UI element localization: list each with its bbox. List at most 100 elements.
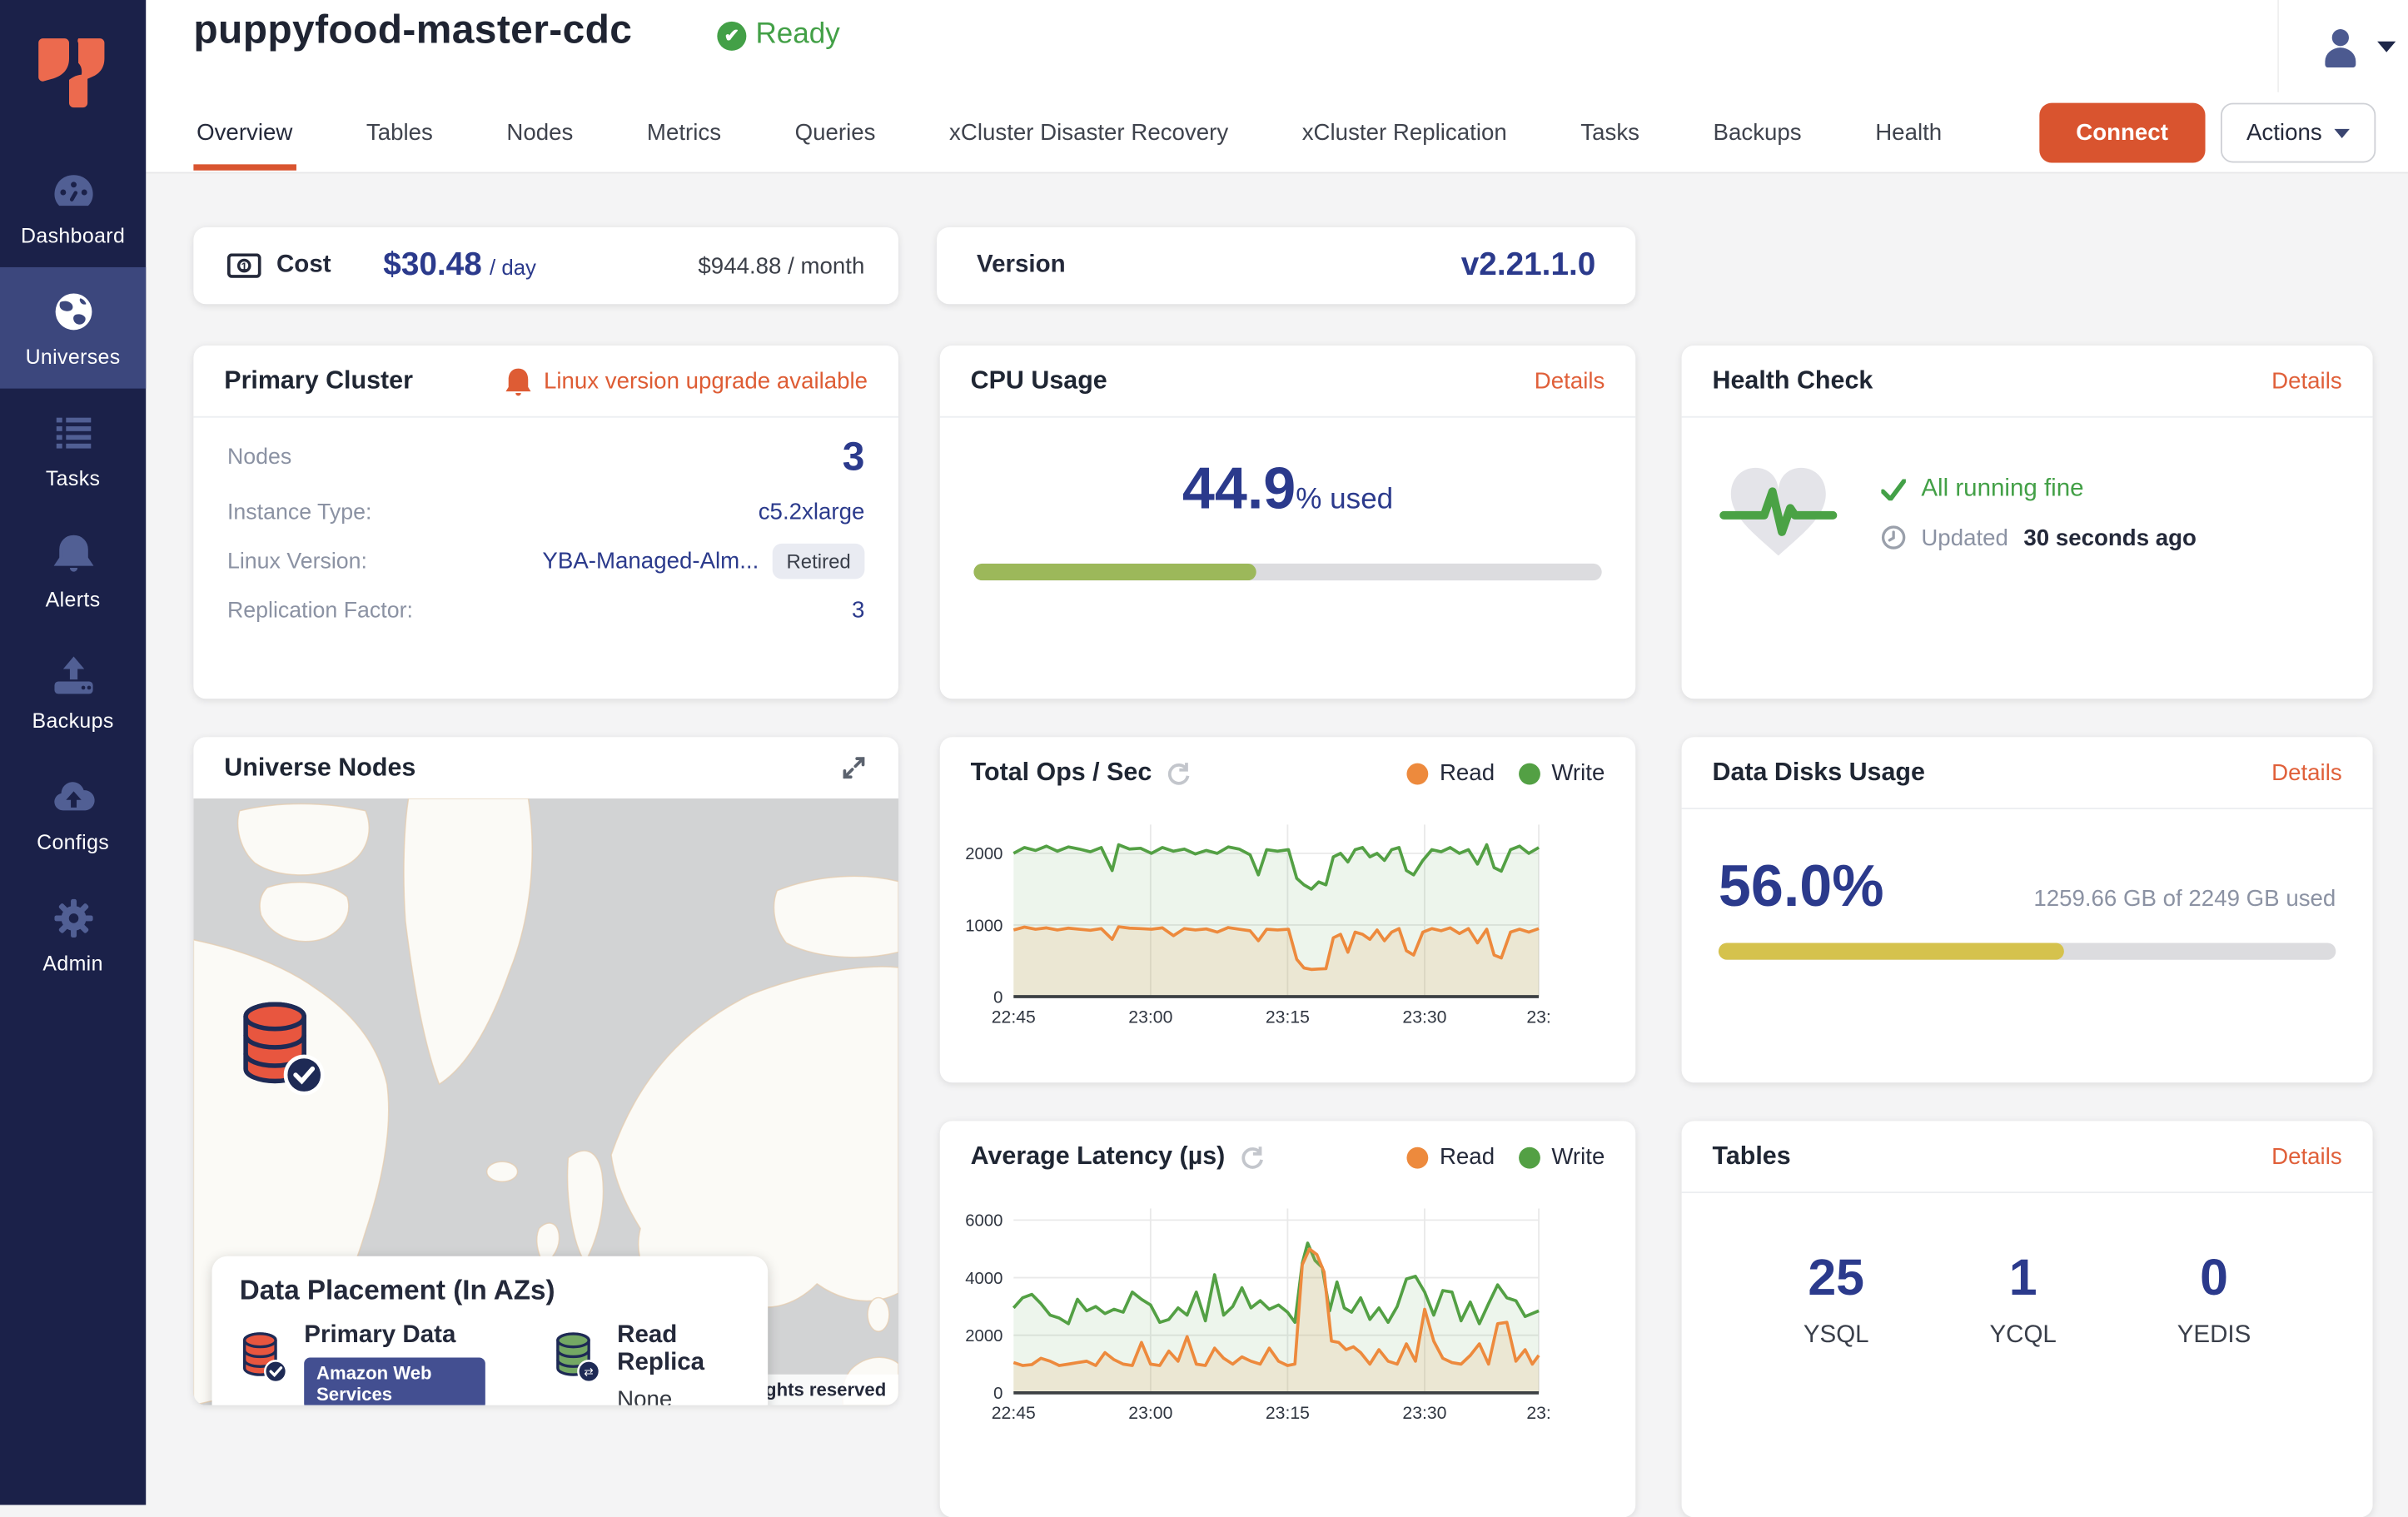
read-replica-label: Read Replica <box>617 1322 740 1377</box>
primary-cluster-body: Nodes 3 Instance Type: c5.2xlarge Linux … <box>193 418 898 624</box>
cost-day-suffix: / day <box>490 255 536 280</box>
refresh-icon <box>1166 760 1192 786</box>
cluster-row-instance-type: Instance Type: c5.2xlarge <box>227 499 864 525</box>
tab-health[interactable]: Health <box>1873 95 1945 170</box>
cost-card: 1 Cost $30.48/ day $944.88 / month <box>193 227 898 304</box>
sidebar-item-alerts[interactable]: Alerts <box>0 510 146 631</box>
instance-type-value: c5.2xlarge <box>759 499 865 525</box>
primary-data-label: Primary Data <box>304 1322 485 1350</box>
svg-text:22:45: 22:45 <box>992 1404 1036 1423</box>
version-card: Version v2.21.1.0 <box>937 227 1635 304</box>
health-check-body: All running fine Updated 30 seconds ago <box>1682 418 2373 565</box>
world-map[interactable]: Data Placement (In AZs) <box>193 798 898 1405</box>
money-bill-icon: 1 <box>227 253 261 278</box>
tab-xcluster-disaster-recovery[interactable]: xCluster Disaster Recovery <box>946 95 1231 170</box>
cpu-usage-header: CPU Usage Details <box>940 346 1636 418</box>
table-count-ycql: 1 YCQL <box>1989 1248 2056 1350</box>
svg-text:23:00: 23:00 <box>1128 1007 1172 1027</box>
yugabyte-logo-icon <box>37 34 108 111</box>
health-updated: Updated 30 seconds ago <box>1881 525 2197 550</box>
status-label: Ready <box>755 18 839 52</box>
globe-icon <box>50 289 96 335</box>
status-badge: ✔ Ready <box>717 18 839 52</box>
expand-icon <box>840 754 868 782</box>
sidebar-item-dashboard[interactable]: Dashboard <box>0 146 146 267</box>
data-disks-header: Data Disks Usage Details <box>1682 737 2373 809</box>
check-circle-icon: ✔ <box>717 21 746 50</box>
tab-queries[interactable]: Queries <box>792 95 878 170</box>
cpu-details-link[interactable]: Details <box>1535 368 1605 394</box>
cluster-row-linux-version: Linux Version: YBA-Managed-Alm... Retire… <box>227 544 864 579</box>
universe-nodes-card: Universe Nodes <box>193 737 898 1405</box>
retired-badge: Retired <box>773 544 865 579</box>
chart-legend: Read Write <box>1407 1144 1605 1170</box>
sidebar-item-configs[interactable]: Configs <box>0 753 146 874</box>
refresh-icon <box>1239 1144 1265 1170</box>
refresh-button[interactable] <box>1239 1144 1265 1170</box>
refresh-button[interactable] <box>1166 760 1192 786</box>
table-count-ysql: 25 YSQL <box>1804 1248 1869 1350</box>
legend-item-read: Read <box>1407 1144 1495 1170</box>
legend-item-read: Read <box>1407 760 1495 786</box>
sidebar-item-tasks[interactable]: Tasks <box>0 389 146 510</box>
header: puppyfood-master-cdc ✔ Ready Overview Ta… <box>146 0 2408 173</box>
tab-nodes[interactable]: Nodes <box>504 95 576 170</box>
expand-map-button[interactable] <box>840 754 868 782</box>
chevron-down-icon <box>2377 41 2396 52</box>
sidebar-item-label: Universes <box>26 346 121 369</box>
actions-button[interactable]: Actions <box>2221 103 2376 163</box>
tab-metrics[interactable]: Metrics <box>644 95 724 170</box>
tab-backups[interactable]: Backups <box>1710 95 1805 170</box>
nodes-count: 3 <box>843 433 865 480</box>
disks-details-link[interactable]: Details <box>2271 759 2342 785</box>
bell-icon <box>50 531 96 577</box>
tab-bar: Overview Tables Nodes Metrics Queries xC… <box>146 92 2408 174</box>
cpu-usage-value: 44.9% used <box>973 458 1601 524</box>
svg-text:23:: 23: <box>1526 1404 1550 1423</box>
linux-upgrade-alert[interactable]: Linux version upgrade available <box>505 366 868 395</box>
header-buttons: Connect Actions <box>2039 103 2408 163</box>
app-viewport: Dashboard Universes Tasks <box>0 0 2408 1505</box>
universe-nodes-header: Universe Nodes <box>193 737 898 798</box>
primary-cluster-card: Primary Cluster Linux version upgrade av… <box>193 346 898 699</box>
user-menu[interactable] <box>2277 0 2396 92</box>
cpu-usage-body: 44.9% used <box>940 418 1636 581</box>
total-ops-title: Total Ops / Sec <box>971 758 1152 788</box>
tab-xcluster-replication[interactable]: xCluster Replication <box>1299 95 1510 170</box>
connect-button[interactable]: Connect <box>2039 103 2205 163</box>
cost-per-month: $944.88 / month <box>698 252 864 278</box>
yugabyte-logo[interactable] <box>0 0 146 146</box>
svg-text:⇄: ⇄ <box>584 1365 594 1378</box>
svg-text:1: 1 <box>241 261 247 273</box>
sidebar: Dashboard Universes Tasks <box>0 0 146 1505</box>
tables-details-link[interactable]: Details <box>2271 1143 2342 1169</box>
tab-overview[interactable]: Overview <box>193 95 296 170</box>
backup-upload-icon <box>50 653 96 699</box>
gear-icon <box>50 895 96 941</box>
health-details-link[interactable]: Details <box>2271 368 2342 394</box>
sidebar-item-admin[interactable]: Admin <box>0 873 146 995</box>
tab-tables[interactable]: Tables <box>363 95 435 170</box>
sidebar-item-label: Admin <box>42 952 102 976</box>
gauge-icon <box>50 167 96 213</box>
svg-text:0: 0 <box>993 1385 1003 1403</box>
actions-label: Actions <box>2246 120 2322 146</box>
title-row: puppyfood-master-cdc ✔ Ready <box>146 0 2408 92</box>
svg-text:2000: 2000 <box>965 845 1003 863</box>
sidebar-item-label: Dashboard <box>21 224 125 247</box>
data-placement-panel: Data Placement (In AZs) <box>212 1256 769 1405</box>
tables-card: Tables Details 25 YSQL 1 YCQL 0 YEDIS <box>1682 1121 2373 1517</box>
cost-per-day: $30.48/ day <box>383 247 536 284</box>
svg-text:23:30: 23:30 <box>1402 1007 1446 1027</box>
primary-cluster-title: Primary Cluster <box>224 366 413 395</box>
svg-text:23:15: 23:15 <box>1266 1404 1310 1423</box>
health-check-title: Health Check <box>1712 366 1873 395</box>
heartbeat-icon <box>1719 460 1838 565</box>
disks-summary: 1259.66 GB of 2249 GB used <box>2033 886 2336 912</box>
sidebar-item-universes[interactable]: Universes <box>0 267 146 389</box>
sidebar-item-label: Backups <box>32 709 114 733</box>
sidebar-item-backups[interactable]: Backups <box>0 631 146 753</box>
primary-cluster-header: Primary Cluster Linux version upgrade av… <box>193 346 898 418</box>
primary-node-marker[interactable] <box>236 998 329 1100</box>
tab-tasks[interactable]: Tasks <box>1578 95 1643 170</box>
